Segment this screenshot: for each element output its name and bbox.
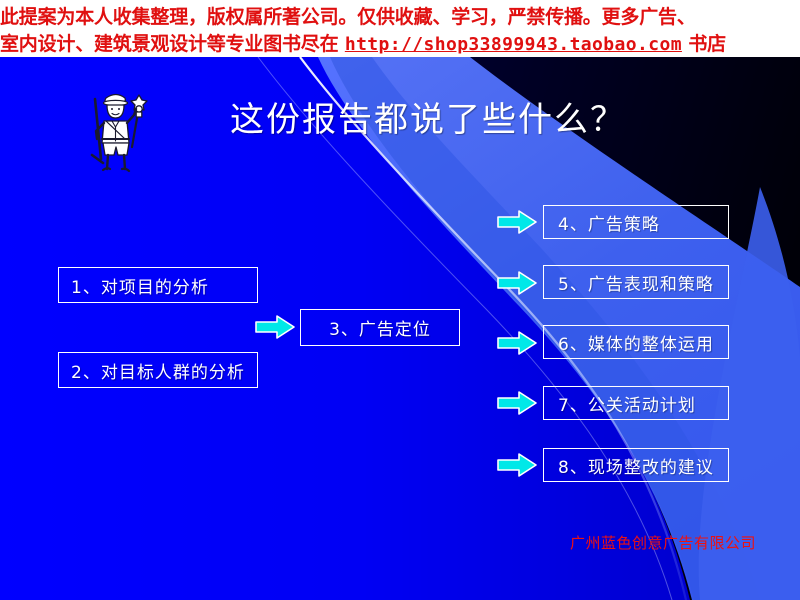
watermark-line-2: 室内设计、建筑景观设计等专业图书尽在 http://shop33899943.t… (0, 29, 726, 56)
watermark-line-1: 此提案为本人收集整理，版权属所著公司。仅供收藏、学习，严禁传播。更多广告、 (0, 6, 696, 28)
watermark-line-2-prefix: 室内设计、建筑景观设计等专业图书尽在 (0, 33, 345, 55)
arrow-to-node-7 (497, 390, 537, 416)
watermark-header: 此提案为本人收集整理，版权属所著公司。仅供收藏、学习，严禁传播。更多广告、 室内… (0, 0, 800, 57)
watermark-shop-url[interactable]: http://shop33899943.taobao.com (345, 34, 682, 55)
flow-node-4[interactable]: 4、广告策略 (543, 205, 729, 239)
flow-node-5[interactable]: 5、广告表现和策略 (543, 265, 729, 299)
arrow-to-node-6 (497, 330, 537, 356)
slide-canvas: 这份报告都说了些什么？ 1、对项目的分析 2、对目标人群的分析 3、广告定位 4… (0, 0, 800, 600)
flow-node-3[interactable]: 3、广告定位 (300, 309, 460, 346)
flow-node-1[interactable]: 1、对项目的分析 (58, 267, 258, 303)
flow-node-7[interactable]: 7、公关活动计划 (543, 386, 729, 420)
person-with-torch-clipart (82, 85, 152, 173)
arrow-to-node-4 (497, 209, 537, 235)
flow-node-2[interactable]: 2、对目标人群的分析 (58, 352, 258, 388)
flow-node-6[interactable]: 6、媒体的整体运用 (543, 325, 729, 359)
flow-node-8[interactable]: 8、现场整改的建议 (543, 448, 729, 482)
arrow-to-node-8 (497, 452, 537, 478)
watermark-line-2-suffix: 书店 (681, 33, 726, 55)
arrow-to-node-3 (255, 314, 295, 340)
footer-company-name: 广州蓝色创意广告有限公司 (570, 534, 757, 552)
arrow-to-node-5 (497, 270, 537, 296)
page-title: 这份报告都说了些什么？ (230, 100, 626, 140)
slide-content: 这份报告都说了些什么？ 1、对项目的分析 2、对目标人群的分析 3、广告定位 4… (0, 57, 800, 600)
